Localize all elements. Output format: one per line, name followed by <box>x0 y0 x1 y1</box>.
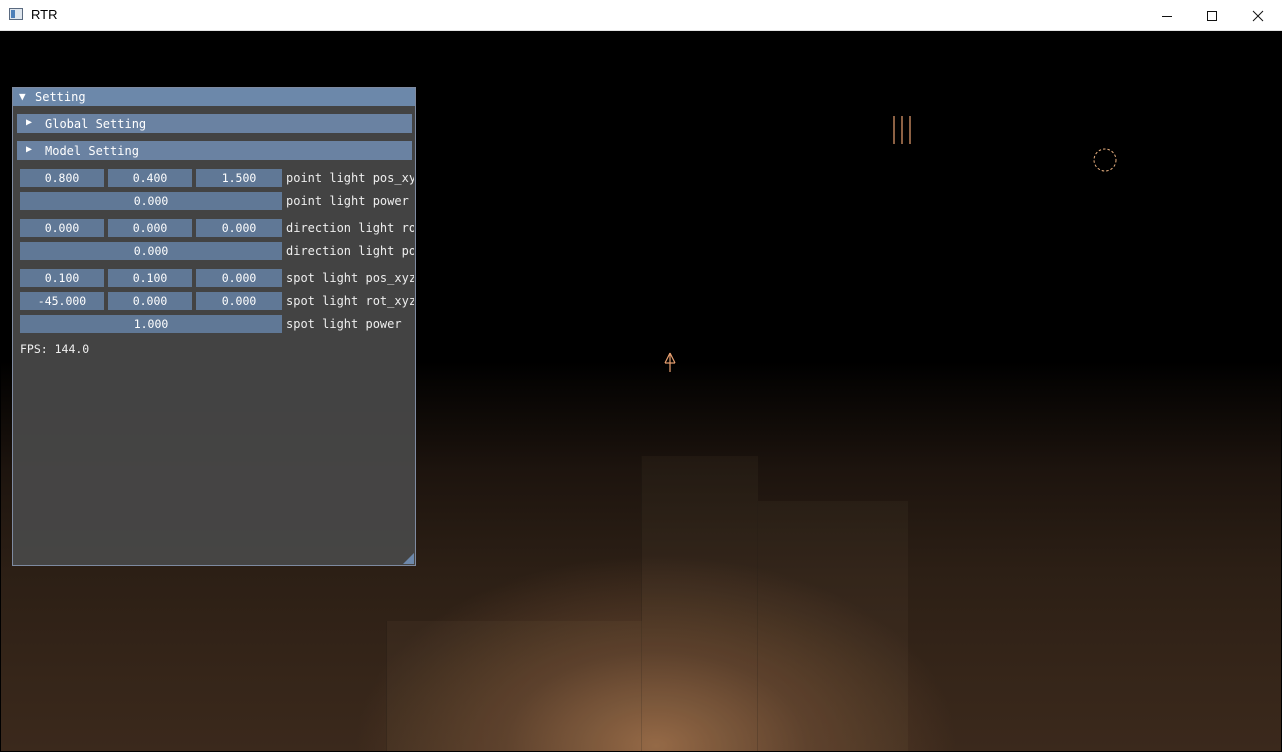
spot-light-power-slider[interactable]: 1.000 <box>20 315 282 333</box>
panel-title: Setting <box>35 90 86 104</box>
spot-light-pos-x-field[interactable]: 0.100 <box>20 269 104 287</box>
collapse-arrow-icon[interactable]: ▼ <box>19 90 26 103</box>
header-label: Model Setting <box>45 144 139 158</box>
floor-plank <box>386 621 642 751</box>
app-icon <box>9 8 23 20</box>
spot-light-rot-z-field[interactable]: 0.000 <box>196 292 282 310</box>
spot-light-icon <box>664 352 676 372</box>
header-label: Global Setting <box>45 117 147 131</box>
global-setting-header[interactable]: ▶ Global Setting <box>17 114 412 133</box>
row-label: spot light pos_xyz <box>286 271 414 285</box>
point-light-pos-y-field[interactable]: 0.400 <box>108 169 192 187</box>
direction-light-rot-x-field[interactable]: 0.000 <box>20 219 104 237</box>
spot-light-pos-y-field[interactable]: 0.100 <box>108 269 192 287</box>
minimize-icon <box>1162 15 1172 17</box>
row-label: point light power <box>286 194 409 208</box>
expand-arrow-icon: ▶ <box>26 144 33 155</box>
row-label: spot light rot_xyz <box>286 294 414 308</box>
row-label: direction light po <box>286 244 414 258</box>
close-icon <box>1252 10 1264 21</box>
row-label: direction light ro <box>286 221 414 235</box>
direction-light-rot-z-field[interactable]: 0.000 <box>196 219 282 237</box>
row-label: point light pos_xy <box>286 171 414 185</box>
direction-light-power-slider[interactable]: 0.000 <box>20 242 282 260</box>
spot-light-rot-x-field[interactable]: -45.000 <box>20 292 104 310</box>
maximize-button[interactable] <box>1189 0 1235 31</box>
window-title: RTR <box>31 7 58 22</box>
maximize-icon <box>1207 10 1217 21</box>
settings-panel[interactable]: ▼ Setting ▶ Global Setting ▶ Model Setti… <box>12 87 416 566</box>
close-button[interactable] <box>1235 0 1281 31</box>
panel-title-bar[interactable]: ▼ Setting <box>13 88 415 106</box>
floor-plank <box>641 456 758 751</box>
point-light-icon <box>1093 148 1117 172</box>
direction-light-icon <box>893 116 911 144</box>
point-light-power-slider[interactable]: 0.000 <box>20 192 282 210</box>
floor-plank <box>757 501 908 751</box>
expand-arrow-icon: ▶ <box>26 117 33 128</box>
fps-counter: FPS: 144.0 <box>20 342 90 356</box>
row-label: spot light power <box>286 317 402 331</box>
title-bar[interactable]: RTR <box>0 0 1282 31</box>
spot-light-pos-z-field[interactable]: 0.000 <box>196 269 282 287</box>
point-light-pos-x-field[interactable]: 0.800 <box>20 169 104 187</box>
spot-light-rot-y-field[interactable]: 0.000 <box>108 292 192 310</box>
minimize-button[interactable] <box>1144 0 1190 31</box>
model-setting-header[interactable]: ▶ Model Setting <box>17 141 412 160</box>
resize-grip[interactable] <box>403 553 414 564</box>
direction-light-rot-y-field[interactable]: 0.000 <box>108 219 192 237</box>
point-light-pos-z-field[interactable]: 1.500 <box>196 169 282 187</box>
